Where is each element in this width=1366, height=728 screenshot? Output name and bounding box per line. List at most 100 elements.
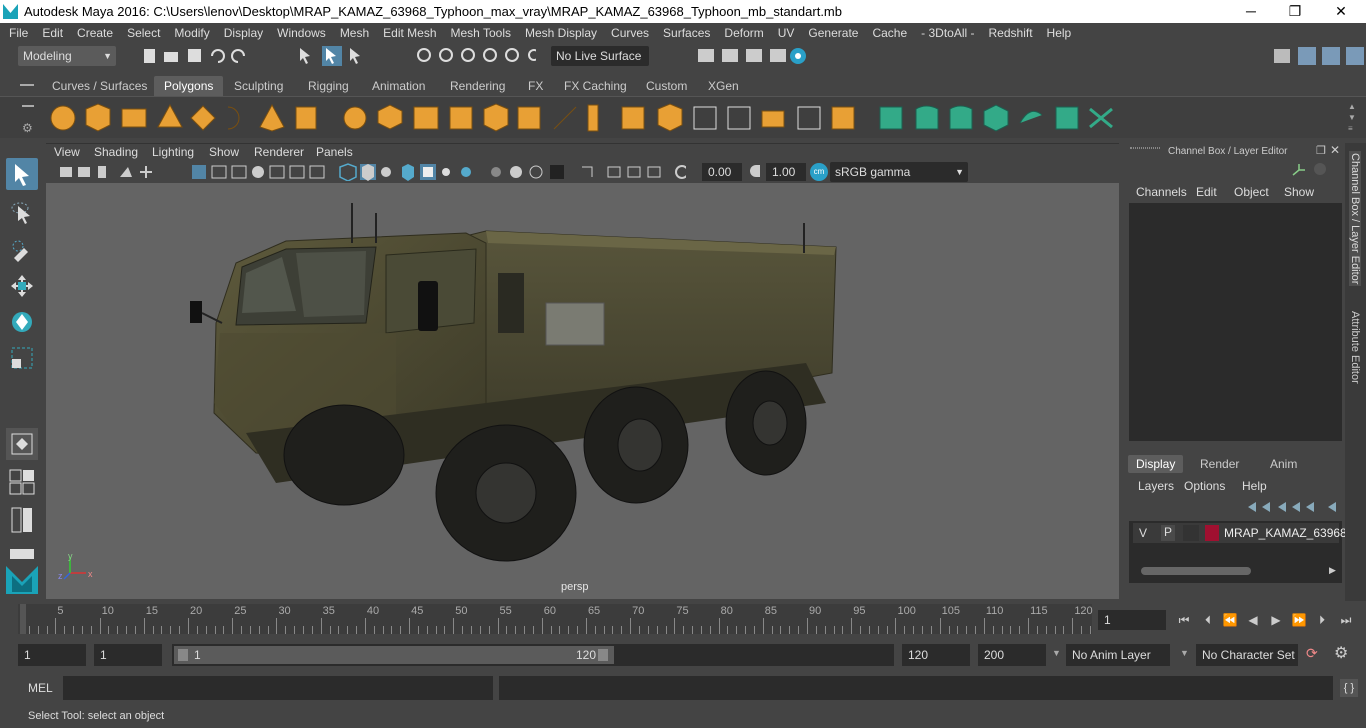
layer-menu-options[interactable]: Options <box>1184 479 1225 493</box>
step-back-key-icon[interactable]: ⏪ <box>1222 613 1238 627</box>
mode-selector[interactable]: Modeling ▼ <box>18 46 116 66</box>
dot-icon[interactable] <box>1314 163 1326 175</box>
range-slider[interactable]: 1 120 <box>172 644 894 666</box>
file-tools-icons[interactable] <box>140 46 270 66</box>
select-tool-icon[interactable] <box>6 158 38 190</box>
layer-tab-render[interactable]: Render <box>1192 455 1247 473</box>
menu-select[interactable]: Select <box>120 26 167 40</box>
layer-row[interactable]: V P MRAP_KAMAZ_63968_ <box>1133 523 1353 543</box>
layer-menu-help[interactable]: Help <box>1242 479 1267 493</box>
minimize-button[interactable]: ─ <box>1236 2 1266 20</box>
selection-mask-icons[interactable] <box>296 46 536 66</box>
rotate-tool-icon[interactable] <box>6 306 38 338</box>
layer-tab-anim[interactable]: Anim <box>1262 455 1305 473</box>
range-end-grip[interactable] <box>598 649 608 661</box>
layer-scrollbar[interactable] <box>1141 567 1251 575</box>
shelf-tab-xgen[interactable]: XGen <box>698 76 749 96</box>
menu-mesh-tools[interactable]: Mesh Tools <box>444 26 518 40</box>
tab-channel-box[interactable]: Channel Box / Layer Editor <box>1349 151 1361 287</box>
exposure-field[interactable]: 0.00 <box>702 163 742 181</box>
anim-layer-field[interactable]: No Anim Layer <box>1066 644 1170 666</box>
current-time-marker[interactable] <box>20 604 26 634</box>
play-forward-icon[interactable]: ▶ <box>1268 613 1284 627</box>
layout-two-icon[interactable] <box>6 504 38 536</box>
end-time-field[interactable]: 200 <box>978 644 1046 666</box>
color-space-select[interactable]: sRGB gamma ▼ <box>830 162 968 182</box>
time-slider[interactable]: 1510152025303540455055606570758085909510… <box>18 604 1093 634</box>
channel-list[interactable] <box>1129 203 1342 441</box>
layer-visibility-toggle[interactable]: V <box>1139 526 1147 540</box>
start-time-field[interactable]: 1 <box>18 644 86 666</box>
move-tool-icon[interactable] <box>6 270 38 302</box>
menu-windows[interactable]: Windows <box>270 26 333 40</box>
menu-mesh-display[interactable]: Mesh Display <box>518 26 604 40</box>
menu-cache[interactable]: Cache <box>865 26 914 40</box>
anim-start-field[interactable]: 1 <box>94 644 162 666</box>
menu-modify[interactable]: Modify <box>167 26 216 40</box>
viewport-tool-icons[interactable] <box>56 163 686 181</box>
shelf-icons[interactable] <box>48 101 1348 137</box>
layer-reference-toggle[interactable] <box>1183 525 1199 541</box>
shelf-tab-rigging[interactable]: Rigging <box>298 76 359 96</box>
menu-uv[interactable]: UV <box>771 26 802 40</box>
current-frame-field[interactable]: 1 <box>1098 610 1166 630</box>
menu-help[interactable]: Help <box>1040 26 1079 40</box>
shelf-tab-custom[interactable]: Custom <box>636 76 697 96</box>
gamma-field[interactable]: 1.00 <box>766 163 806 181</box>
step-back-icon[interactable]: ⏴ <box>1200 613 1216 627</box>
layer-name[interactable]: MRAP_KAMAZ_63968_ <box>1224 526 1353 540</box>
menu-deform[interactable]: Deform <box>717 26 770 40</box>
layer-menu-layers[interactable]: Layers <box>1138 479 1174 493</box>
chevron-down-icon[interactable]: ▼ <box>1052 648 1061 658</box>
menu-edit-mesh[interactable]: Edit Mesh <box>376 26 443 40</box>
shelf-menu-icon[interactable] <box>20 84 34 86</box>
shelf-tab-curves-surfaces[interactable]: Curves / Surfaces <box>42 76 157 96</box>
live-surface-field[interactable]: No Live Surface <box>551 46 649 66</box>
mel-label[interactable]: MEL <box>28 681 53 695</box>
anim-end-field[interactable]: 120 <box>902 644 970 666</box>
menu-file[interactable]: File <box>2 26 35 40</box>
viewport-menu-renderer[interactable]: Renderer <box>254 145 304 159</box>
step-forward-key-icon[interactable]: ⏩ <box>1291 613 1307 627</box>
channel-box-menu-show[interactable]: Show <box>1284 185 1314 199</box>
play-backward-icon[interactable]: ◀ <box>1245 613 1261 627</box>
shelf-tab-animation[interactable]: Animation <box>362 76 435 96</box>
menu-create[interactable]: Create <box>70 26 120 40</box>
script-editor-icon[interactable]: { } <box>1340 679 1358 697</box>
shelf-tab-sculpting[interactable]: Sculpting <box>224 76 293 96</box>
maximize-button[interactable]: ❐ <box>1280 2 1310 20</box>
shelf-tab-fx-caching[interactable]: FX Caching <box>554 76 637 96</box>
viewport-menu-shading[interactable]: Shading <box>94 145 138 159</box>
channel-box-menu-object[interactable]: Object <box>1234 185 1269 199</box>
float-panel-icon[interactable]: ❐ <box>1316 144 1326 157</box>
chevron-down-icon[interactable]: ▼ <box>1180 648 1189 658</box>
paint-select-tool-icon[interactable] <box>6 234 38 266</box>
step-forward-icon[interactable]: ⏵ <box>1314 613 1330 627</box>
auto-key-icon[interactable]: ⟳ <box>1306 645 1318 662</box>
range-start-grip[interactable] <box>178 649 188 661</box>
panel-drag-handle[interactable] <box>1130 147 1160 149</box>
color-management-icon[interactable]: cm <box>810 163 828 181</box>
axis-display-icon[interactable] <box>1292 163 1305 176</box>
menu-redshift[interactable]: Redshift <box>982 26 1040 40</box>
layer-playback-toggle[interactable]: P <box>1161 525 1175 541</box>
gear-icon[interactable]: ⚙ <box>22 121 33 135</box>
shelf-tab-rendering[interactable]: Rendering <box>440 76 515 96</box>
shelf-tab-fx[interactable]: FX <box>518 76 553 96</box>
character-set-field[interactable]: No Character Set <box>1196 644 1298 666</box>
channel-box-menu-channels[interactable]: Channels <box>1136 185 1187 199</box>
menu-mesh[interactable]: Mesh <box>333 26 376 40</box>
go-to-start-icon[interactable]: ⏮ <box>1176 613 1192 627</box>
viewport-menu-show[interactable]: Show <box>209 145 239 159</box>
render-tools-icons[interactable] <box>694 46 814 66</box>
tab-attribute-editor[interactable]: Attribute Editor <box>1349 311 1361 384</box>
layer-color-swatch[interactable] <box>1205 525 1219 541</box>
menu-edit[interactable]: Edit <box>35 26 70 40</box>
scroll-right-icon[interactable]: ▶ <box>1329 565 1336 576</box>
preferences-icon[interactable]: ⚙ <box>1334 643 1348 663</box>
layer-tab-display[interactable]: Display <box>1128 455 1184 473</box>
mel-input[interactable] <box>63 676 493 700</box>
viewport-menu-panels[interactable]: Panels <box>316 145 353 159</box>
menu-curves[interactable]: Curves <box>604 26 656 40</box>
menu-display[interactable]: Display <box>217 26 270 40</box>
